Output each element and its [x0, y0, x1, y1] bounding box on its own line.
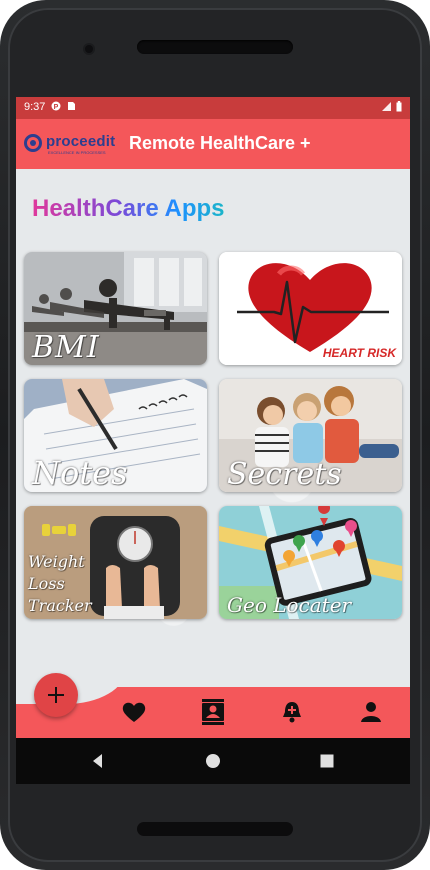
card-notes-label: Notes: [32, 454, 128, 492]
card-bmi-label: BMI: [32, 330, 100, 365]
home-icon[interactable]: [205, 753, 221, 769]
card-heart-risk-label: HEART RISK: [322, 346, 396, 360]
signal-icon: [382, 102, 391, 111]
card-heart-risk[interactable]: HEART RISK: [219, 252, 402, 365]
bell-plus-icon: [283, 702, 301, 723]
card-geo-locater-label: Geo Locater: [227, 593, 352, 617]
notification-icon: P: [51, 101, 61, 111]
plus-icon: [48, 687, 64, 703]
person-icon: [361, 702, 381, 722]
main-content: HealthCare Apps BMI HEART RISK Notes Sec…: [16, 169, 410, 687]
screen: 9:37 P proceedit EXCELLENCE IN PROCESSES…: [16, 97, 410, 784]
app-bar: proceedit EXCELLENCE IN PROCESSES Remote…: [16, 119, 410, 169]
section-title: HealthCare Apps: [32, 195, 225, 222]
logo-ring-icon: [24, 134, 42, 152]
front-camera: [85, 45, 93, 53]
recents-icon[interactable]: [319, 753, 335, 769]
card-notes[interactable]: Notes: [24, 379, 207, 492]
add-fab-button[interactable]: [34, 673, 78, 717]
card-secrets-label: Secrets: [227, 457, 342, 492]
card-secrets[interactable]: Secrets: [219, 379, 402, 492]
card-weight-loss-label: Weight Loss Tracker: [28, 552, 92, 615]
battery-icon: [396, 101, 402, 112]
nav-contacts[interactable]: [200, 699, 226, 725]
card-bmi[interactable]: BMI: [24, 252, 207, 365]
back-icon[interactable]: [90, 753, 106, 769]
status-time: 9:37: [24, 101, 46, 113]
heart-icon: [122, 702, 146, 722]
nav-profile[interactable]: [358, 699, 384, 725]
proceedit-logo: proceedit EXCELLENCE IN PROCESSES: [22, 130, 122, 158]
logo-subtext: EXCELLENCE IN PROCESSES: [48, 150, 106, 155]
status-bar: 9:37 P: [16, 97, 410, 119]
nav-favorites[interactable]: [121, 699, 147, 725]
system-nav-bar: [16, 738, 410, 784]
card-geo-locater[interactable]: Geo Locater: [219, 506, 402, 619]
contacts-book-icon: [202, 699, 224, 725]
bottom-speaker: [137, 822, 293, 836]
phone-frame: 9:37 P proceedit EXCELLENCE IN PROCESSES…: [0, 0, 430, 870]
card-weight-loss-tracker[interactable]: Weight Loss Tracker: [24, 506, 207, 619]
svg-text:P: P: [54, 104, 59, 111]
nav-notifications[interactable]: [279, 699, 305, 725]
sd-card-icon: [68, 102, 75, 110]
app-title: Remote HealthCare +: [129, 133, 311, 153]
logo-text: proceedit: [46, 133, 116, 150]
earpiece: [137, 40, 293, 54]
